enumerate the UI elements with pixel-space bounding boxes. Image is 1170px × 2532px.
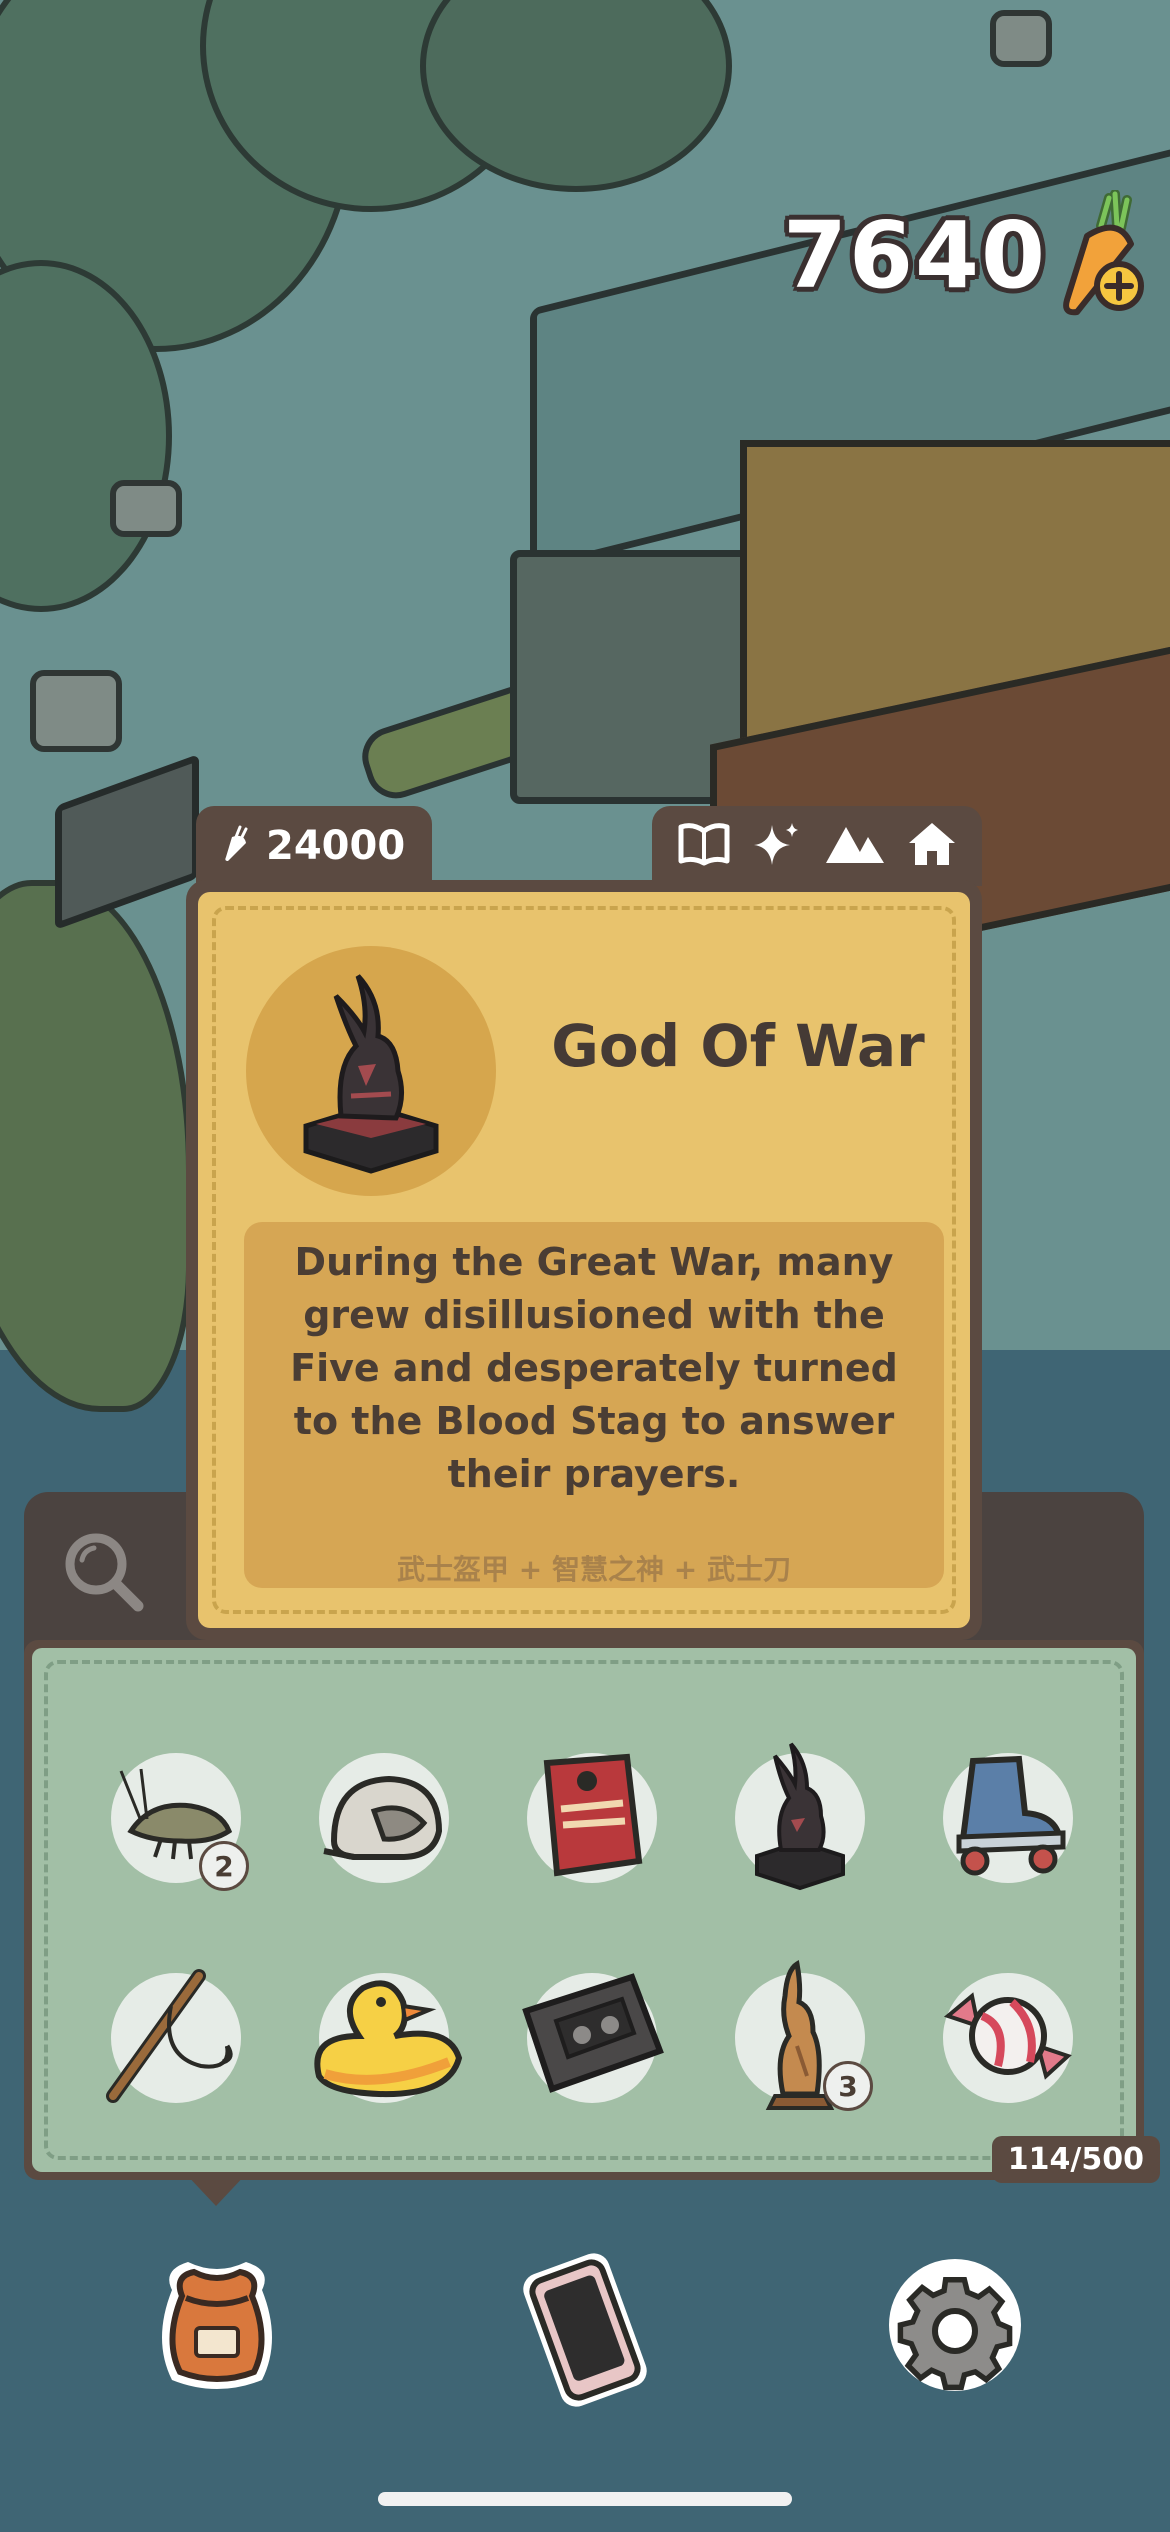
fishing-rod-icon [101, 1966, 251, 2110]
slot-background [943, 1753, 1073, 1883]
inventory-slot[interactable]: 3 [696, 1928, 904, 2148]
carrot-plus-icon[interactable] [1057, 189, 1152, 320]
sparkle-icon[interactable] [752, 819, 802, 873]
god-of-war-statue-icon [246, 974, 496, 1200]
house-icon[interactable] [907, 821, 957, 871]
rock [990, 10, 1052, 67]
inventory-slot[interactable] [488, 1928, 696, 2148]
item-recipe: 武士盔甲 + 智慧之神 + 武士刀 [397, 1553, 791, 1586]
rubber-duck-icon [299, 1966, 469, 2110]
item-price: 24000 [266, 823, 406, 869]
inventory-grid: 2 3 [72, 1708, 1112, 2148]
card-frame: God Of War During the Great War, many gr… [186, 880, 982, 1640]
god-of-war-statue-icon [745, 1736, 855, 1900]
mountain-icon[interactable] [824, 823, 886, 869]
settings-button[interactable] [870, 2240, 1040, 2410]
cassette-tape-icon [512, 1971, 672, 2105]
inventory-slot[interactable] [488, 1708, 696, 1928]
carrot-amount: 7640 [782, 201, 1047, 309]
inventory-slot[interactable] [280, 1708, 488, 1928]
inventory-slot[interactable] [904, 1928, 1112, 2148]
phone-button[interactable] [500, 2240, 670, 2410]
home-indicator[interactable] [378, 2492, 792, 2506]
slot-background [319, 1753, 449, 1883]
inventory-slot[interactable]: 2 [72, 1708, 280, 1928]
slot-background [314, 1973, 463, 2103]
carrot-icon [222, 825, 252, 867]
carrot-currency[interactable]: 7640 [782, 189, 1152, 320]
bag-button[interactable] [132, 2240, 302, 2410]
roller-skate-icon [933, 1751, 1083, 1885]
inventory-panel: 2 3 [24, 1640, 1144, 2180]
inventory-slot[interactable] [280, 1928, 488, 2148]
slot-background: 3 [735, 1959, 873, 2111]
slot-background: 2 [111, 1753, 249, 1891]
price-tab: 24000 [196, 806, 432, 886]
item-count-badge: 3 [823, 2061, 873, 2111]
candy-icon [938, 1976, 1078, 2100]
card-body: God Of War During the Great War, many gr… [198, 892, 970, 1628]
inventory-count: 114/500 [991, 2136, 1160, 2183]
helmet-icon [314, 1761, 454, 1875]
slot-background [106, 1969, 241, 2103]
panel-pointer [184, 2172, 248, 2206]
phone-icon [500, 2253, 670, 2413]
bottom-nav [0, 2240, 1170, 2420]
bag-icon [132, 2262, 302, 2413]
item-description: During the Great War, many grew disillus… [290, 1240, 898, 1496]
inventory-slot[interactable] [904, 1708, 1112, 1928]
card-tab-icons [652, 806, 982, 886]
inventory-body: 2 3 [32, 1648, 1136, 2172]
settings-gear-icon [870, 2259, 1040, 2413]
rock [30, 670, 122, 752]
item-title: God Of War [551, 1012, 925, 1080]
night-crawlers-box-icon [527, 1751, 657, 1885]
book-icon[interactable] [677, 821, 731, 871]
item-portrait [246, 946, 496, 1196]
search-icon[interactable] [58, 1528, 148, 1618]
rock [110, 480, 182, 537]
description-box: During the Great War, many grew disillus… [244, 1222, 944, 1588]
slot-background [943, 1973, 1073, 2103]
slot-background [735, 1742, 865, 1891]
item-detail-card: 24000 God Of War During the Great War, m… [186, 806, 982, 1646]
item-count-badge: 2 [199, 1841, 249, 1891]
inventory-slot[interactable] [72, 1928, 280, 2148]
inventory-slot[interactable] [696, 1708, 904, 1928]
slot-background [527, 1753, 657, 1883]
slot-background [522, 1973, 664, 2103]
